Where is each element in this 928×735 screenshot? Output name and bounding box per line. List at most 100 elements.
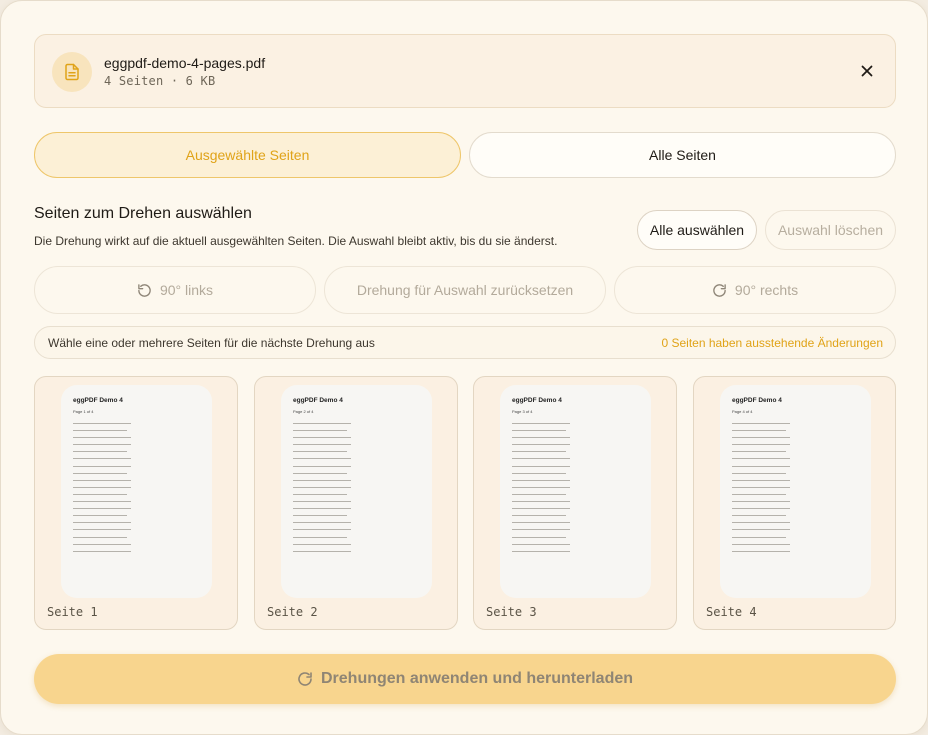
thumbnail-text-line: [512, 423, 570, 424]
thumbnail-text-line: [293, 493, 347, 495]
thumbnail-text-line: [732, 486, 790, 488]
thumbnail-text-line: [732, 550, 790, 552]
thumbnail-text-line: [512, 515, 566, 517]
page-label: Seite 1: [47, 605, 98, 619]
page-card-4[interactable]: eggPDF Demo 4 Page 4 of 4 Seite 4: [693, 376, 896, 630]
thumbnail-text-line: [73, 430, 127, 432]
thumbnail-text-line: [73, 501, 131, 503]
thumbnail-text-line: [293, 508, 351, 510]
file-meta: 4 Seiten · 6 KB: [104, 74, 216, 88]
tab-all-pages[interactable]: Alle Seiten: [469, 132, 896, 178]
thumbnail-text-line: [293, 529, 351, 531]
thumbnail-text-line: [512, 451, 566, 453]
thumbnail-subtitle: Page 1 of 4: [73, 409, 94, 414]
thumbnail-text-line: [732, 472, 786, 474]
thumbnail-text-line: [512, 430, 566, 432]
rotate-left-label: 90° links: [159, 282, 214, 298]
rotate-cw-icon: [713, 283, 726, 297]
thumbnail-text-line: [73, 423, 131, 424]
thumbnail-text-line: [732, 522, 790, 524]
thumbnail-text-line: [293, 437, 351, 439]
rotate-right-button[interactable]: 90° rechts: [614, 266, 896, 314]
status-bar: Wähle eine oder mehrere Seiten für die n…: [34, 326, 896, 359]
thumbnail-text-line: [293, 479, 351, 481]
clear-selection-button[interactable]: Auswahl löschen: [765, 210, 896, 250]
document-icon: [52, 52, 92, 92]
page-label: Seite 4: [706, 605, 757, 619]
thumbnail-text-line: [73, 536, 127, 538]
thumbnail-text-line: [73, 515, 127, 517]
thumbnail-text-line: [73, 458, 131, 460]
thumbnail-text-line: [293, 458, 351, 460]
thumbnail-text-line: [512, 501, 570, 503]
thumbnail-text-line: [73, 465, 131, 467]
page-thumbnail: eggPDF Demo 4 Page 1 of 4: [61, 385, 212, 598]
thumbnail-text-line: [293, 522, 351, 524]
thumbnail-text-lines: [293, 423, 351, 558]
thumbnail-text-line: [73, 437, 131, 439]
thumbnail-text-line: [73, 522, 131, 524]
thumbnail-text-line: [732, 465, 790, 467]
page-card-1[interactable]: eggPDF Demo 4 Page 1 of 4 Seite 1: [34, 376, 238, 630]
thumbnail-text-line: [732, 501, 790, 503]
rotate-left-button[interactable]: 90° links: [34, 266, 316, 314]
thumbnail-text-line: [293, 444, 351, 446]
thumbnail-text-line: [73, 550, 131, 552]
thumbnail-text-line: [732, 515, 786, 517]
thumbnail-text-line: [293, 543, 351, 545]
thumbnail-text-line: [293, 465, 351, 467]
thumbnail-text-line: [732, 430, 786, 432]
thumbnail-text-line: [73, 493, 127, 495]
thumbnail-text-line: [512, 465, 570, 467]
thumbnail-text-line: [512, 437, 570, 439]
thumbnail-text-line: [73, 479, 131, 481]
thumbnail-text-line: [73, 472, 127, 474]
thumbnail-title: eggPDF Demo 4: [512, 397, 562, 404]
thumbnail-text-line: [512, 536, 566, 538]
thumbnail-text-line: [293, 501, 351, 503]
close-button[interactable]: [857, 61, 877, 81]
thumbnail-title: eggPDF Demo 4: [73, 397, 123, 404]
thumbnail-text-line: [73, 529, 131, 531]
thumbnail-text-line: [512, 444, 570, 446]
thumbnail-text-lines: [732, 423, 790, 558]
page-card-3[interactable]: eggPDF Demo 4 Page 3 of 4 Seite 3: [473, 376, 677, 630]
reset-rotation-button[interactable]: Drehung für Auswahl zurücksetzen: [324, 266, 606, 314]
thumbnail-text-line: [732, 437, 790, 439]
thumbnail-text-lines: [512, 423, 570, 558]
thumbnail-text-line: [293, 472, 347, 474]
thumbnail-subtitle: Page 2 of 4: [293, 409, 314, 414]
thumbnail-text-line: [73, 486, 131, 488]
thumbnail-text-line: [73, 508, 131, 510]
thumbnail-text-line: [512, 479, 570, 481]
page-card-2[interactable]: eggPDF Demo 4 Page 2 of 4 Seite 2: [254, 376, 458, 630]
apply-rotations-button[interactable]: Drehungen anwenden und herunterladen: [34, 654, 896, 704]
thumbnail-text-line: [732, 508, 790, 510]
thumbnail-text-line: [512, 486, 570, 488]
thumbnail-text-line: [732, 536, 786, 538]
page-label: Seite 3: [486, 605, 537, 619]
thumbnail-text-line: [293, 486, 351, 488]
thumbnail-text-line: [512, 458, 570, 460]
thumbnail-text-line: [512, 522, 570, 524]
page-thumbnail: eggPDF Demo 4 Page 2 of 4: [281, 385, 432, 598]
thumbnail-text-line: [512, 550, 570, 552]
thumbnail-text-line: [732, 458, 790, 460]
page-thumbnail: eggPDF Demo 4 Page 4 of 4: [720, 385, 871, 598]
thumbnail-text-line: [293, 515, 347, 517]
thumbnail-text-line: [293, 430, 347, 432]
file-name: eggpdf-demo-4-pages.pdf: [104, 55, 266, 71]
thumbnail-text-line: [512, 529, 570, 531]
pending-changes-count: 0 Seiten haben ausstehende Änderungen: [661, 336, 883, 350]
close-icon: [861, 65, 873, 77]
tab-selected-pages[interactable]: Ausgewählte Seiten: [34, 132, 461, 178]
select-all-button[interactable]: Alle auswählen: [637, 210, 757, 250]
thumbnail-text-lines: [73, 423, 131, 558]
thumbnail-text-line: [512, 472, 566, 474]
page-label: Seite 2: [267, 605, 318, 619]
thumbnail-text-line: [732, 451, 786, 453]
thumbnail-text-line: [732, 493, 786, 495]
section-description: Die Drehung wirkt auf die aktuell ausgew…: [34, 234, 558, 248]
rotate-right-label: 90° rechts: [734, 282, 799, 298]
apply-rotations-label: Drehungen anwenden und herunterladen: [320, 670, 634, 687]
